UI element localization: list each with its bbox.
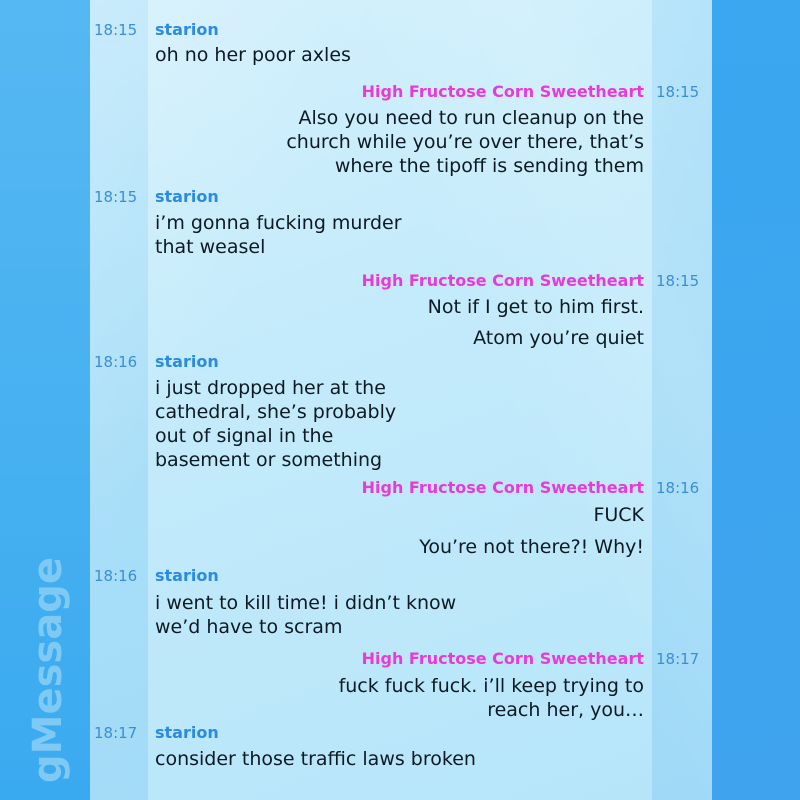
sender-name-hfcs: High Fructose Corn Sweetheart <box>361 271 644 290</box>
message-timestamp: 18:16 <box>656 479 700 497</box>
message-body: You’re not there?! Why! <box>419 535 644 559</box>
message-line: You’re not there?! Why! <box>419 536 644 558</box>
message-body: i’m gonna fucking murder that weasel <box>155 211 402 259</box>
message-line: that weasel <box>155 236 266 258</box>
message-body: Not if I get to him first. <box>428 295 644 319</box>
message-line: fuck fuck fuck. i’ll keep trying to <box>338 675 644 697</box>
message-line: cathedral, she’s probably <box>155 401 397 423</box>
message-body: fuck fuck fuck. i’ll keep trying to reac… <box>339 674 644 722</box>
message-line: church while you’re over there, that’s <box>286 131 644 153</box>
sender-name-starion: starion <box>155 723 219 742</box>
message-body: oh no her poor axles <box>155 43 351 67</box>
message-line: i just dropped her at the <box>155 377 386 399</box>
message-line: Not if I get to him first. <box>427 296 644 318</box>
sender-name-starion: starion <box>155 20 219 39</box>
message-line: we’d have to scram <box>155 616 343 638</box>
message-line: i went to kill time! i didn’t know <box>155 592 457 614</box>
message-timestamp: 18:17 <box>94 724 138 742</box>
message-line: FUCK <box>593 504 644 526</box>
message-body: i just dropped her at the cathedral, she… <box>155 376 396 472</box>
message-line: i’m gonna fucking murder <box>155 212 402 234</box>
sender-name-starion: starion <box>155 187 219 206</box>
message-body: Atom you’re quiet <box>473 326 644 350</box>
message-line: consider those traffic laws broken <box>155 748 476 770</box>
message-timestamp: 18:15 <box>94 21 138 39</box>
message-line: basement or something <box>155 449 383 471</box>
message-line: oh no her poor axles <box>155 44 351 66</box>
message-body: i went to kill time! i didn’t know we’d … <box>155 591 456 639</box>
message-timestamp: 18:17 <box>656 650 700 668</box>
message-body: FUCK <box>593 503 644 527</box>
sender-name-starion: starion <box>155 566 219 585</box>
sender-name-starion: starion <box>155 352 219 371</box>
message-body: Also you need to run cleanup on the chur… <box>286 106 644 178</box>
message-timestamp: 18:15 <box>656 83 700 101</box>
gmessage-logo: gMessage <box>25 557 71 783</box>
message-line: Also you need to run cleanup on the <box>298 107 645 129</box>
message-timestamp: 18:16 <box>94 567 138 585</box>
message-timestamp: 18:15 <box>94 188 138 206</box>
sender-name-hfcs: High Fructose Corn Sweetheart <box>361 82 644 101</box>
message-line: where the tipoff is sending them <box>334 155 644 177</box>
sender-name-hfcs: High Fructose Corn Sweetheart <box>361 478 644 497</box>
message-line: Atom you’re quiet <box>473 327 644 349</box>
message-line: out of signal in the <box>155 425 334 447</box>
message-line: reach her, you… <box>487 699 644 721</box>
message-timestamp: 18:15 <box>656 272 700 290</box>
message-body: consider those traffic laws broken <box>155 747 476 771</box>
message-timestamp: 18:16 <box>94 353 138 371</box>
sender-name-hfcs: High Fructose Corn Sweetheart <box>361 649 644 668</box>
right-border-stripe <box>712 0 800 800</box>
